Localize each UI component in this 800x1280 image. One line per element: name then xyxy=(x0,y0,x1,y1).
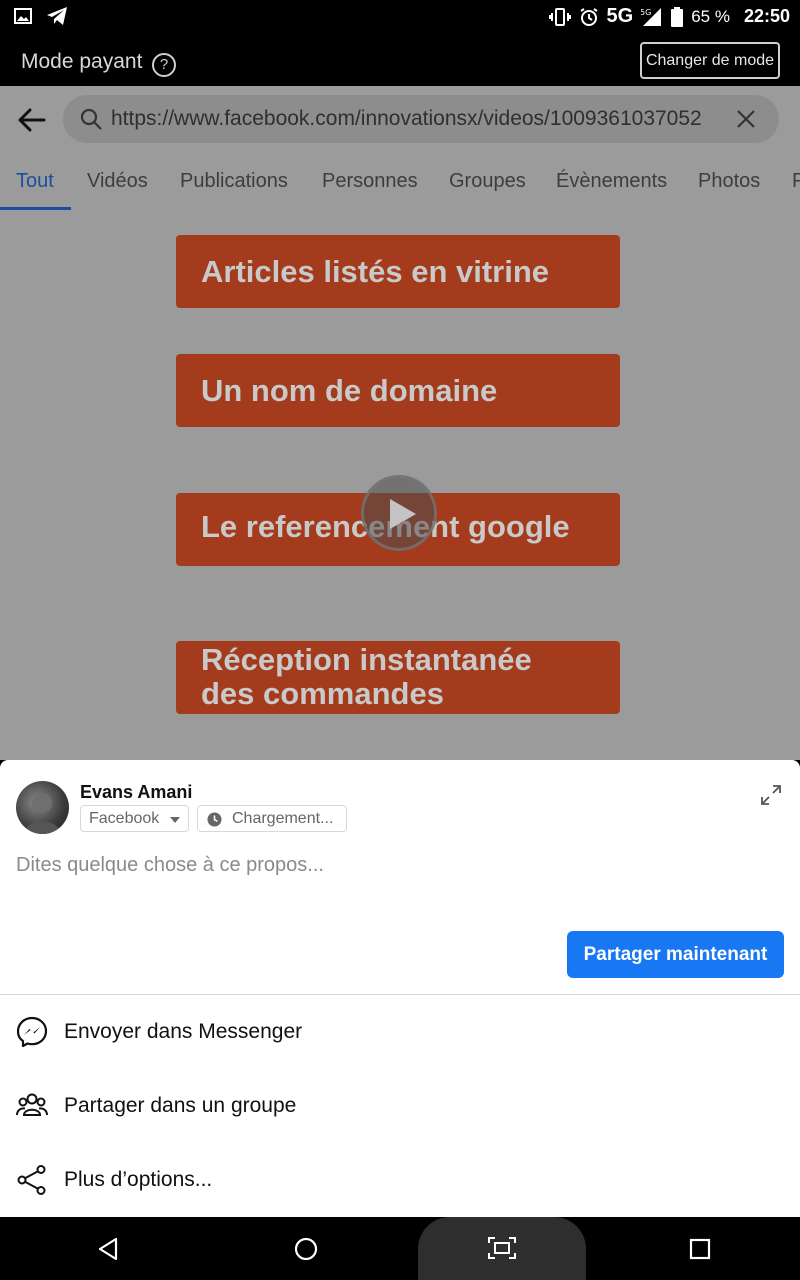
tab-posts[interactable]: Publications xyxy=(180,170,288,193)
video-banner: Un nom de domaine xyxy=(176,354,620,427)
back-nav-icon[interactable] xyxy=(96,1237,120,1261)
user-name: Evans Amani xyxy=(80,782,193,802)
tab-all[interactable]: Tout xyxy=(16,170,54,193)
divider xyxy=(0,994,800,995)
option-label: Envoyer dans Messenger xyxy=(64,1020,303,1043)
status-bar: 5G 5G 65 % 22:50 xyxy=(0,0,800,34)
tab-photos[interactable]: Photos xyxy=(698,170,760,193)
change-mode-button[interactable]: Changer de mode xyxy=(640,42,780,79)
option-label: Plus d’options... xyxy=(64,1168,213,1191)
messenger-icon xyxy=(16,1016,48,1048)
status-pill: Chargement... xyxy=(197,805,347,832)
play-button[interactable] xyxy=(361,475,437,551)
home-nav-icon[interactable] xyxy=(294,1237,318,1261)
tab-groups[interactable]: Groupes xyxy=(449,170,526,193)
network-label: 5G xyxy=(606,5,634,27)
share-icon xyxy=(17,1165,46,1195)
banner-text: des commandes xyxy=(201,676,444,711)
banner-text: Articles listés en vitrine xyxy=(201,254,550,289)
composer-input[interactable]: Dites quelque chose à ce propos... xyxy=(16,854,324,877)
option-share-group[interactable]: Partager dans un groupe xyxy=(0,1076,800,1136)
chevron-down-icon xyxy=(170,817,180,823)
tab-people[interactable]: Personnes xyxy=(322,170,418,193)
tab-videos[interactable]: Vidéos xyxy=(87,170,148,193)
search-row: https://www.facebook.com/innovationsx/vi… xyxy=(0,86,800,152)
screenshot-nav-pill[interactable] xyxy=(418,1217,586,1280)
recents-nav-icon[interactable] xyxy=(689,1238,711,1260)
mode-title: Mode payant xyxy=(21,50,143,73)
status-label: Chargement... xyxy=(232,810,334,827)
play-icon xyxy=(390,499,416,529)
clock-icon xyxy=(207,812,222,827)
audience-selector[interactable]: Facebook xyxy=(80,805,189,832)
navigation-bar xyxy=(0,1217,800,1280)
option-label: Partager dans un groupe xyxy=(64,1094,297,1117)
avatar xyxy=(16,781,69,834)
network-small-label: 5G xyxy=(641,8,651,17)
tab-bar: Tout Vidéos Publications Personnes Group… xyxy=(0,152,800,210)
share-sheet: Evans Amani Facebook Chargement... Dites… xyxy=(0,760,800,1217)
help-icon[interactable]: ? xyxy=(152,53,176,77)
tab-more[interactable]: P xyxy=(792,170,800,193)
video-banner: Articles listés en vitrine xyxy=(176,235,620,308)
video-banner: Réception instantanée des commandes xyxy=(176,641,620,714)
search-bar[interactable]: https://www.facebook.com/innovationsx/vi… xyxy=(63,95,779,143)
option-send-messenger[interactable]: Envoyer dans Messenger xyxy=(0,1002,800,1062)
telegram-icon xyxy=(47,7,67,25)
banner-text: Réception instantanée xyxy=(201,642,532,677)
image-icon xyxy=(14,8,32,24)
battery-percent: 65 % xyxy=(691,6,730,26)
alarm-icon xyxy=(579,7,598,26)
clock: 22:50 xyxy=(743,6,790,26)
close-icon[interactable] xyxy=(735,108,757,130)
share-now-button[interactable]: Partager maintenant xyxy=(567,931,784,978)
tab-events[interactable]: Évènements xyxy=(556,170,667,193)
dimmed-content: https://www.facebook.com/innovationsx/vi… xyxy=(0,86,800,760)
back-arrow-icon[interactable] xyxy=(16,104,48,136)
banner-text: Un nom de domaine xyxy=(201,373,498,408)
search-icon xyxy=(80,108,102,130)
audience-label: Facebook xyxy=(89,810,160,827)
group-icon xyxy=(16,1093,48,1116)
video-player[interactable]: Articles listés en vitrine Un nom de dom… xyxy=(0,210,800,760)
signal-icon: 5G xyxy=(641,7,662,26)
option-more[interactable]: Plus d’options... xyxy=(0,1150,800,1210)
mode-bar: Mode payant ? Changer de mode xyxy=(0,34,800,86)
battery-icon xyxy=(671,6,684,27)
vibrate-icon xyxy=(548,7,571,26)
expand-icon[interactable] xyxy=(760,784,782,806)
screenshot-icon xyxy=(488,1237,516,1259)
search-input[interactable]: https://www.facebook.com/innovationsx/vi… xyxy=(111,107,733,131)
